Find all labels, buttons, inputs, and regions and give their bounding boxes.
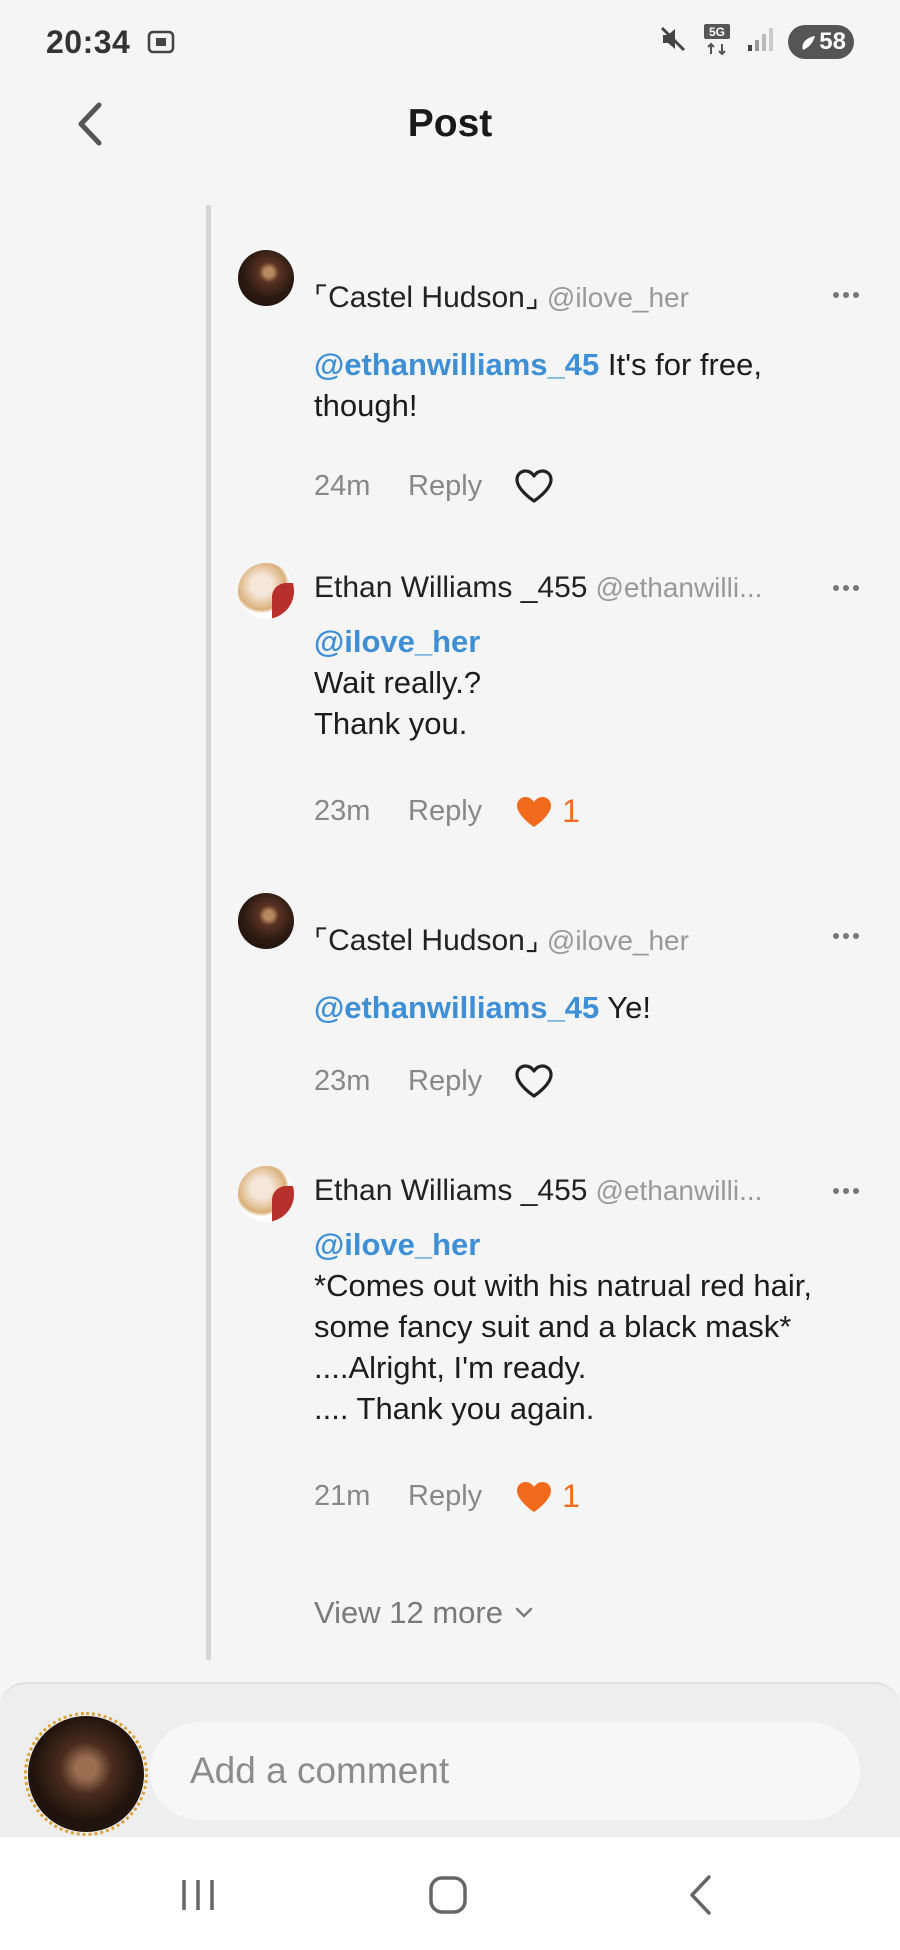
like-count: 1 <box>562 793 580 829</box>
heart-outline-icon <box>515 469 553 503</box>
comment-time: 24m <box>314 469 371 502</box>
home-button[interactable] <box>408 1865 488 1925</box>
author-name: Ethan Williams _455 <box>314 1174 588 1207</box>
reply-button[interactable]: Reply <box>408 470 482 503</box>
comment-item: ⌜Castel Hudson⌟ @ilove_her @ethanwilliams… <box>238 893 868 1123</box>
comment-text-line: some fancy suit and a black mask* <box>314 1309 792 1344</box>
comment-time: 21m <box>314 1480 371 1512</box>
more-dots-icon <box>833 585 859 591</box>
comment-author[interactable]: Ethan Williams _455 @ethanwilli... <box>314 1174 762 1208</box>
comment-text: Ye! <box>599 990 651 1025</box>
author-handle: @ethanwilli... <box>595 572 763 603</box>
comment-actions: 23m Reply 1 <box>314 793 580 830</box>
comment-actions: 23m Reply <box>314 1063 554 1099</box>
comment-author[interactable]: ⌜Castel Hudson⌟ @ilove_her <box>314 280 689 315</box>
author-name: Ethan Williams _455 <box>314 571 588 604</box>
comment-time: 23m <box>314 1064 371 1097</box>
my-avatar[interactable] <box>24 1712 148 1836</box>
reply-button[interactable]: Reply <box>408 1065 482 1098</box>
header: Post <box>0 84 900 168</box>
page-title: Post <box>407 102 493 145</box>
nav-back-icon <box>690 1875 711 1915</box>
author-handle: @ilove_her <box>546 925 689 956</box>
thread-line <box>206 205 211 1660</box>
mention-link[interactable]: @ethanwilliams_45 <box>314 347 599 382</box>
network-5g-icon: 5G <box>702 22 732 61</box>
chevron-down-icon <box>515 1607 533 1618</box>
view-more-label: View 12 more <box>314 1595 503 1630</box>
recent-apps-button[interactable] <box>158 1865 238 1925</box>
mention-link[interactable]: @ilove_her <box>314 621 868 662</box>
comment-text-line: Thank you. <box>314 706 468 741</box>
recent-apps-icon <box>182 1880 214 1910</box>
author-handle: @ethanwilli... <box>595 1175 763 1206</box>
comment-text-line: .... Thank you again. <box>314 1391 595 1426</box>
comment-text-line: ....Alright, I'm ready. <box>314 1350 587 1385</box>
avatar[interactable] <box>238 893 294 949</box>
status-time: 20:34 <box>46 23 131 60</box>
battery-indicator: 58 <box>788 24 854 59</box>
heart-filled-icon <box>517 796 552 827</box>
screenshot-icon <box>146 27 176 57</box>
more-options-button[interactable] <box>824 921 868 951</box>
reply-button[interactable]: Reply <box>408 1480 482 1513</box>
battery-level: 58 <box>819 27 846 55</box>
system-nav-bar <box>0 1837 900 1950</box>
more-dots-icon <box>833 1188 859 1194</box>
heart-filled-icon <box>517 1481 552 1512</box>
comment-body: @ilove_her *Comes out with his natrual r… <box>314 1224 868 1429</box>
avatar[interactable] <box>238 250 294 306</box>
comment-item: Ethan Williams _455 @ethanwilli... @ilove… <box>238 563 868 853</box>
nav-back-button[interactable] <box>660 1865 740 1925</box>
like-button[interactable] <box>514 1063 554 1099</box>
more-options-button[interactable] <box>824 280 868 310</box>
comment-actions: 24m Reply <box>314 468 554 504</box>
mention-link[interactable]: @ethanwilliams_45 <box>314 990 599 1025</box>
author-name: ⌜Castel Hudson⌟ <box>314 281 539 314</box>
comment-time: 23m <box>314 795 371 827</box>
comment-text-line: Wait really.? <box>314 665 482 700</box>
like-button[interactable] <box>514 468 554 504</box>
reply-button[interactable]: Reply <box>408 795 482 828</box>
like-button[interactable]: 1 <box>514 1478 580 1515</box>
comment-body: @ethanwilliams_45 It's for free, though! <box>314 344 868 426</box>
author-handle: @ilove_her <box>546 282 689 313</box>
comment-author[interactable]: Ethan Williams _455 @ethanwilli... <box>314 571 762 605</box>
avatar[interactable] <box>238 1166 294 1222</box>
comment-item: Ethan Williams _455 @ethanwilli... @ilove… <box>238 1166 868 1526</box>
view-more-replies-button[interactable]: View 12 more <box>314 1595 533 1631</box>
comment-composer <box>0 1682 900 1837</box>
more-options-button[interactable] <box>824 573 868 603</box>
comment-text-line: *Comes out with his natrual red hair, <box>314 1268 812 1303</box>
heart-outline-icon <box>515 1064 553 1098</box>
mention-link[interactable]: @ilove_her <box>314 1224 868 1265</box>
comment-body: @ethanwilliams_45 Ye! <box>314 987 868 1028</box>
status-icons: 5G 58 <box>658 22 854 61</box>
like-button[interactable]: 1 <box>514 793 580 830</box>
signal-icon <box>746 25 774 58</box>
comment-input[interactable] <box>150 1722 860 1820</box>
like-count: 1 <box>562 1478 580 1514</box>
comment-body: @ilove_her Wait really.? Thank you. <box>314 621 868 744</box>
author-name: ⌜Castel Hudson⌟ <box>314 924 539 957</box>
comment-item: ⌜Castel Hudson⌟ @ilove_her @ethanwilliams… <box>238 250 868 510</box>
avatar[interactable] <box>238 563 294 619</box>
home-icon <box>429 1876 467 1914</box>
mute-icon <box>658 24 688 59</box>
comment-actions: 21m Reply 1 <box>314 1478 580 1515</box>
more-dots-icon <box>833 292 859 298</box>
charging-icon <box>802 35 816 50</box>
more-dots-icon <box>833 933 859 939</box>
status-bar: 20:34 5G 58 <box>0 0 900 84</box>
comment-author[interactable]: ⌜Castel Hudson⌟ @ilove_her <box>314 923 689 958</box>
more-options-button[interactable] <box>824 1176 868 1206</box>
network-label: 5G <box>709 25 725 39</box>
